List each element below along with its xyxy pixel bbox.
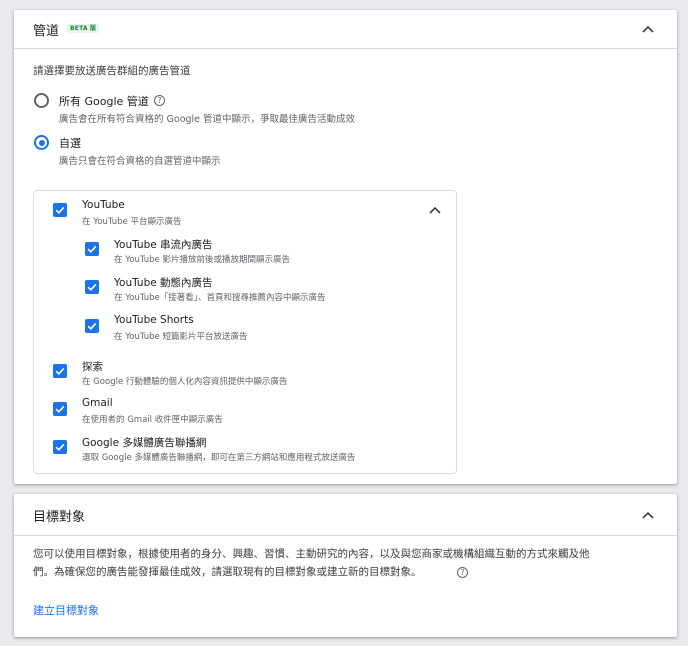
checkbox-youtube-shorts[interactable] — [85, 319, 99, 333]
checkbox-youtube-infeed[interactable] — [85, 280, 99, 294]
youtube-label: YouTube — [82, 199, 125, 211]
chevron-up-icon[interactable] — [641, 22, 655, 36]
option-all-google-desc: 廣告會在所有符合資格的 Google 管道中顯示，爭取最佳廣告活動成效 — [59, 114, 356, 125]
gmail-desc: 在使用者的 Gmail 收件匣中顯示廣告 — [82, 415, 223, 425]
channels-card: 管道 BETA 版 請選擇要放送廣告群組的廣告管道 所有 Google 管道 ?… — [14, 10, 677, 484]
help-icon[interactable]: ? — [154, 95, 165, 106]
checkbox-display-network[interactable] — [53, 440, 67, 454]
youtube-infeed-label: YouTube 動態內廣告 — [114, 277, 213, 289]
checkbox-discover[interactable] — [53, 364, 67, 378]
create-audience-link[interactable]: 建立目標對象 — [33, 602, 99, 618]
display-network-label: Google 多媒體廣告聯播網 — [82, 437, 207, 449]
youtube-desc: 在 YouTube 平台顯示廣告 — [82, 217, 182, 227]
audience-card: 目標對象 您可以使用目標對象，根據使用者的身分、興趣、習慣、主動研究的內容，以及… — [14, 494, 677, 637]
help-icon[interactable]: ? — [457, 567, 468, 578]
channels-intro: 請選擇要放送廣告群組的廣告管道 — [33, 65, 191, 77]
checkbox-youtube-instream[interactable] — [85, 242, 99, 256]
audience-description-line2: 們。為確保您的廣告能發揮最佳成效，請選取現有的目標對象或建立新的目標對象。 — [33, 566, 422, 578]
chevron-up-icon[interactable] — [428, 203, 442, 217]
discover-label: 探索 — [82, 361, 103, 373]
discover-desc: 在 Google 行動體驗的個人化內容資訊提供中顯示廣告 — [82, 377, 288, 387]
option-custom-label: 自選 — [59, 137, 81, 150]
audience-title: 目標對象 — [33, 510, 86, 525]
audience-header[interactable]: 目標對象 — [14, 494, 677, 536]
option-all-google-label: 所有 Google 管道 — [59, 95, 149, 108]
audience-description-line1: 您可以使用目標對象，根據使用者的身分、興趣、習慣、主動研究的內容，以及與您商家或… — [33, 548, 590, 560]
channel-list-panel: YouTube 在 YouTube 平台顯示廣告 YouTube 串流內廣告 在… — [33, 190, 457, 474]
checkbox-gmail[interactable] — [53, 402, 67, 416]
youtube-shorts-label: YouTube Shorts — [114, 314, 194, 326]
gmail-label: Gmail — [82, 397, 113, 409]
chevron-up-icon[interactable] — [641, 508, 655, 522]
channels-title: 管道 — [33, 24, 60, 39]
radio-custom[interactable] — [34, 135, 49, 150]
youtube-infeed-desc: 在 YouTube「接著看」、首頁和搜尋推薦內容中顯示廣告 — [114, 293, 326, 303]
radio-all-google[interactable] — [34, 93, 49, 108]
beta-badge: BETA 版 — [67, 24, 100, 33]
youtube-instream-label: YouTube 串流內廣告 — [114, 239, 213, 251]
youtube-shorts-desc: 在 YouTube 短篇影片平台放送廣告 — [114, 332, 248, 342]
checkbox-youtube[interactable] — [53, 203, 67, 217]
youtube-instream-desc: 在 YouTube 影片播放前後或播放期間顯示廣告 — [114, 255, 290, 265]
option-custom-desc: 廣告只會在符合資格的自選管道中顯示 — [59, 156, 221, 167]
display-network-desc: 選取 Google 多媒體廣告聯播網，即可在第三方網站和應用程式放送廣告 — [82, 453, 356, 463]
channels-header[interactable]: 管道 BETA 版 — [14, 10, 677, 49]
